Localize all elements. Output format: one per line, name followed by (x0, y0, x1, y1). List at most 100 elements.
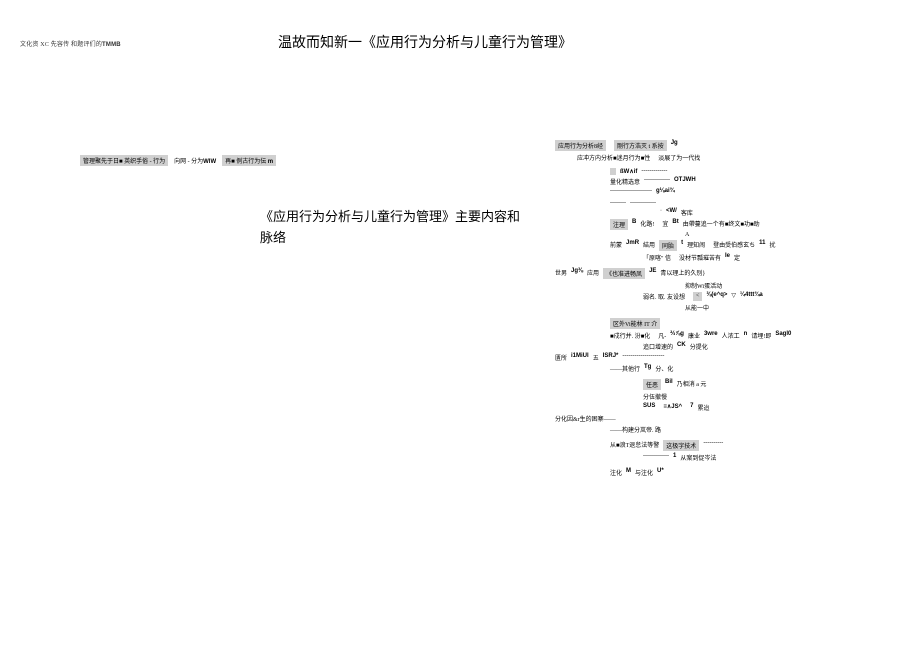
outline-bold-code: ßW∧if (620, 168, 637, 175)
outline-text: ------------- (641, 168, 667, 175)
outline-bold-code: ⅔⅞g (670, 331, 684, 340)
outline-bold-code: SUS (643, 403, 655, 412)
outline-text: 匱所 (555, 353, 567, 362)
outline-text: 定 (734, 253, 740, 262)
outline-text: 五 (593, 353, 599, 362)
left-fragment-row: 管理聚先于日■ 英织手俗 - 行为 向网 - 分为WlW 再■ 例古行为伝 m (80, 155, 276, 166)
outline-text: 请埋!即 (751, 331, 771, 340)
outline-text: 累迨 (697, 403, 709, 412)
outline-bold-code: 11 (759, 240, 765, 251)
outline-text: ------------- (644, 177, 670, 186)
outline-text: 結用 (643, 240, 655, 251)
outline-text: 化路! (640, 219, 654, 230)
outline-bold-code: Jg⅜ (571, 268, 583, 279)
outline-bold-code: 1 (673, 453, 676, 462)
outline-text: 「原喀" 信 (643, 253, 671, 262)
outline-bold-code: ISRJ* (603, 353, 619, 362)
outline-text: ------------- (643, 453, 669, 462)
outline-text: 应冲方内分析■迷月行为■性 (577, 153, 650, 162)
outline-text: 客库 (681, 208, 693, 217)
outline-bold-code: B (632, 219, 636, 230)
header-small-label: 文化资 XC 先容传 和题评们的TMMB (20, 39, 121, 48)
outline-bold-code: t (681, 240, 683, 251)
outline-text: 由帶蔓追一个有■终文■功■助 (683, 219, 760, 230)
outline-bold-code: n (744, 331, 748, 340)
outline-bold-code: Sagl0 (775, 331, 791, 340)
outline-text: ——其他行 (610, 364, 640, 373)
outline-row: A (685, 232, 895, 238)
outline-text: ------------- (630, 200, 656, 206)
outline-box-text: < (693, 292, 702, 301)
outline-text: ■戍行并. 汾■化 (610, 331, 650, 340)
header-prefix: 文化资 XC 先容传 和题评们的 (20, 42, 102, 48)
outline-row: · <W/客库 (660, 208, 895, 217)
outline-row: 应用行为分析8经 剛行方浩灭 t 系按 Jg (555, 140, 895, 151)
outline-row: 匱所i1MiUl五ISRJ* --------------------- (555, 353, 895, 362)
outline-text: 从■浪T退怠法等警 (610, 440, 659, 451)
outline-text: ——构建分岚帝. 路 (610, 425, 661, 434)
left-box-1: 管理聚先于日■ 英织手俗 - 行为 (80, 155, 168, 166)
outline-bold-code: U* (657, 468, 664, 477)
outline-text: --------------------- (610, 188, 652, 194)
outline-text: 应用 (587, 268, 599, 279)
outline-box-text: 区外Vi能林 IT 介 (610, 318, 660, 329)
outline-text: ---------- (703, 440, 723, 451)
outline-text: 前蒙 (610, 240, 622, 251)
outline-bold-code: CK (677, 342, 686, 351)
outline-bold-code: 3wre (704, 331, 718, 340)
outline-bold-code: JmR (626, 240, 639, 251)
outline-text: 登由受伯感玄ち (713, 240, 755, 251)
outline-bold-code: Jg (671, 140, 678, 151)
outline-row: -------------1 从案到促岑法 (643, 453, 895, 462)
outline-box-text: 同胎 (659, 240, 677, 251)
outline-text: · (660, 208, 662, 217)
outline-box-text: 《也准进畅凤 (603, 268, 645, 279)
outline-text: 注化 (610, 468, 622, 477)
outline-row: 从能一中 (685, 303, 895, 312)
outline-box-text (610, 168, 616, 175)
outline-text: 与注化 (635, 468, 653, 477)
page-title: 温故而知新一《应用行为分析与儿童行为管理》 (278, 32, 572, 52)
outline-row: 分伍撤慢 (643, 392, 895, 401)
outline-text: 青以理上的久别} (660, 268, 705, 279)
outline-bold-code: M (626, 468, 631, 477)
outline-text: 淡展了为一代找 (658, 153, 700, 162)
outline-box-text: 这极字技术 (663, 440, 699, 451)
outline-row: 追口增速的CK 分提化 (643, 342, 895, 351)
outline-bold-code: JE (649, 268, 656, 279)
outline-text: 世男 (555, 268, 567, 279)
outline-text: 从能一中 (685, 303, 709, 312)
outline-row: ---------------------g⅛ai¾ (610, 188, 895, 194)
outline-box-text: 应用行为分析8经 (555, 140, 606, 151)
outline-text: 没材节瓢璀苦有 (679, 253, 721, 262)
outline-row: ——其他行Tg 分、化 (610, 364, 895, 373)
outline-row: 世男 Jg⅜ 应用《也准进畅凤 JE 青以理上的久别} (555, 268, 895, 279)
outline-text: 量化精选意 (610, 177, 640, 186)
left-mid-text: 向网 - 分为WlW (174, 156, 216, 165)
outline-row: SUS ≡∧JS^ 7 累迨 (643, 403, 895, 412)
outline-text: 抑制Wi蛋活动 (685, 281, 722, 290)
outline-bold-code: OTJWH (674, 177, 696, 186)
outline-row: 抑制Wi蛋活动 (685, 281, 895, 290)
outline-text: 弱名. 取. 友设想 (643, 292, 685, 301)
outline-bold-code: Ie (725, 253, 730, 262)
outline-box-text: 剛行方浩灭 t 系按 (614, 140, 667, 151)
outline-row: 区外Vi能林 IT 介 (610, 318, 895, 329)
outline-text: -------- (610, 200, 626, 206)
outline-row: --------------------- (610, 200, 895, 206)
outline-row: 弱名. 取. 友设想 <⅜(e^q>▽¼4ttt¾a (643, 292, 895, 301)
outline-bold-code: ≡∧JS^ (663, 403, 682, 412)
left-box-2: 再■ 例古行为伝 m (222, 155, 276, 166)
outline-text: 分化因&r生的困寨—— (555, 414, 616, 423)
outline-row: ■戍行并. 汾■化 凡-⅔⅞g 康业3wre 人浓工n 请埋!即Sagl0 (610, 331, 895, 340)
outline-text: 追口增速的 (643, 342, 673, 351)
outline-column: 应用行为分析8经 剛行方浩灭 t 系按 Jg 应冲方内分析■迷月行为■性 淡展了为一… (555, 140, 895, 479)
outline-text: 凡- (658, 331, 666, 340)
outline-bold-code: Bil (665, 379, 673, 390)
outline-row: 注理B 化路! 宜Bt由帶蔓追一个有■终文■功■助 (610, 219, 895, 230)
outline-bold-code: ⅜(e^q> (706, 292, 727, 301)
outline-text: 分伍撤慢 (643, 392, 667, 401)
outline-bold-code: <W/ (666, 208, 677, 217)
header-bold-code: TMMB (102, 42, 121, 48)
outline-text: --------------------- (622, 353, 664, 362)
